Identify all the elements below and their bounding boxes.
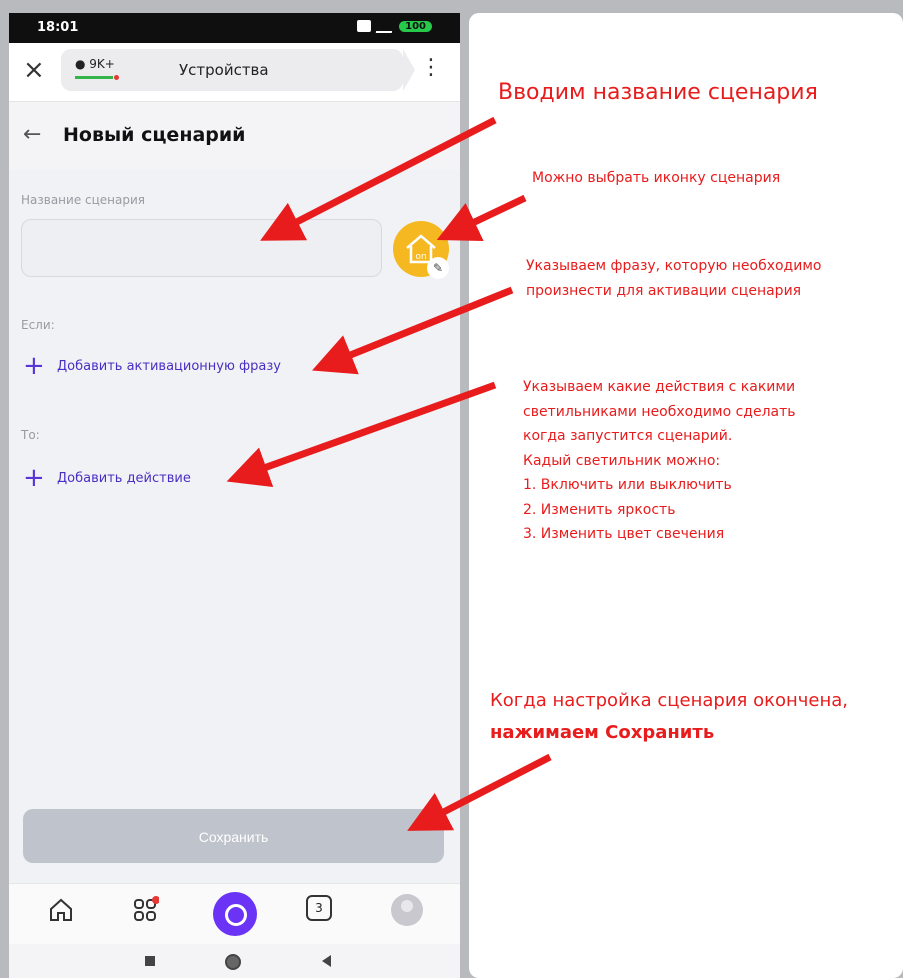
annotation-arrows	[226, 116, 552, 831]
arrow-phrase	[312, 286, 514, 375]
arrow-icon	[436, 194, 527, 241]
arrow-name	[260, 116, 497, 241]
arrow-actions	[226, 381, 497, 488]
arrow-save	[407, 753, 552, 831]
